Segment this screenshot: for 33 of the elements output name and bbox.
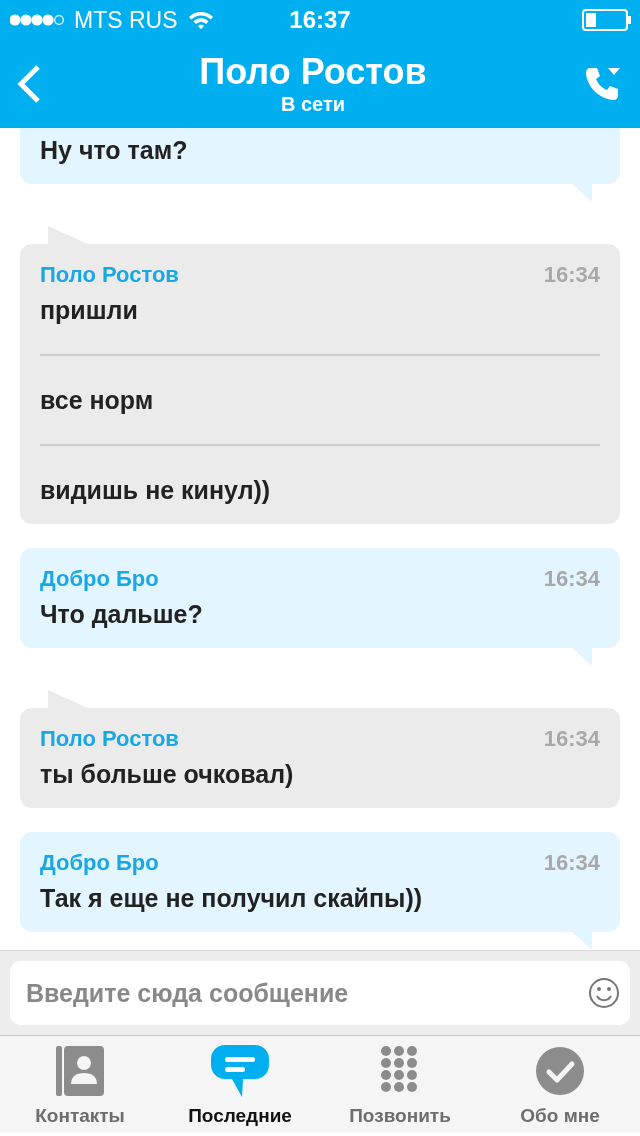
carrier-name: MTS RUS: [74, 6, 178, 34]
message-text: видишь не кинул)): [40, 475, 272, 506]
emoji-icon[interactable]: [588, 977, 620, 1009]
sender-name: Поло Ростов: [40, 725, 179, 753]
online-status: В сети: [280, 92, 346, 116]
message-text: Ну что там?: [40, 135, 189, 166]
wifi-icon: [187, 11, 214, 29]
back-icon: [16, 64, 42, 104]
chat-bubble-icon: [211, 1045, 269, 1097]
message-text: пришли: [40, 295, 139, 326]
message-time: 16:34: [543, 261, 600, 289]
checkmark-badge-icon: [535, 1046, 585, 1096]
message-time: 16:34: [543, 565, 600, 593]
tab-button[interactable]: Позвонить: [320, 1036, 480, 1133]
phone-icon: [584, 66, 622, 102]
clock-time: 16:37: [289, 6, 351, 34]
tab-button[interactable]: Обо мне: [480, 1036, 640, 1133]
message-time: 16:34: [543, 725, 600, 753]
tab-button[interactable]: Контакты: [0, 1036, 160, 1133]
message-text: Так я еще не получил скайпы)): [40, 883, 424, 914]
message-text: ты больше очковал): [40, 759, 295, 790]
battery-icon: [582, 9, 632, 31]
sender-name: Добро Бро: [40, 565, 159, 593]
message-field[interactable]: Введите сюда сообщение: [10, 961, 630, 1025]
sender-name: Поло Ростов: [40, 261, 179, 289]
message-time: 16:34: [543, 849, 600, 877]
contact-name: Поло Ростов: [199, 52, 427, 92]
contact-book-icon: [56, 1046, 104, 1096]
message-text: Что дальше?: [40, 599, 204, 630]
tab-button[interactable]: Последние: [160, 1036, 320, 1133]
signal-icon: [10, 14, 66, 26]
message-text: все норм: [40, 385, 155, 416]
sender-name: Добро Бро: [40, 849, 159, 877]
